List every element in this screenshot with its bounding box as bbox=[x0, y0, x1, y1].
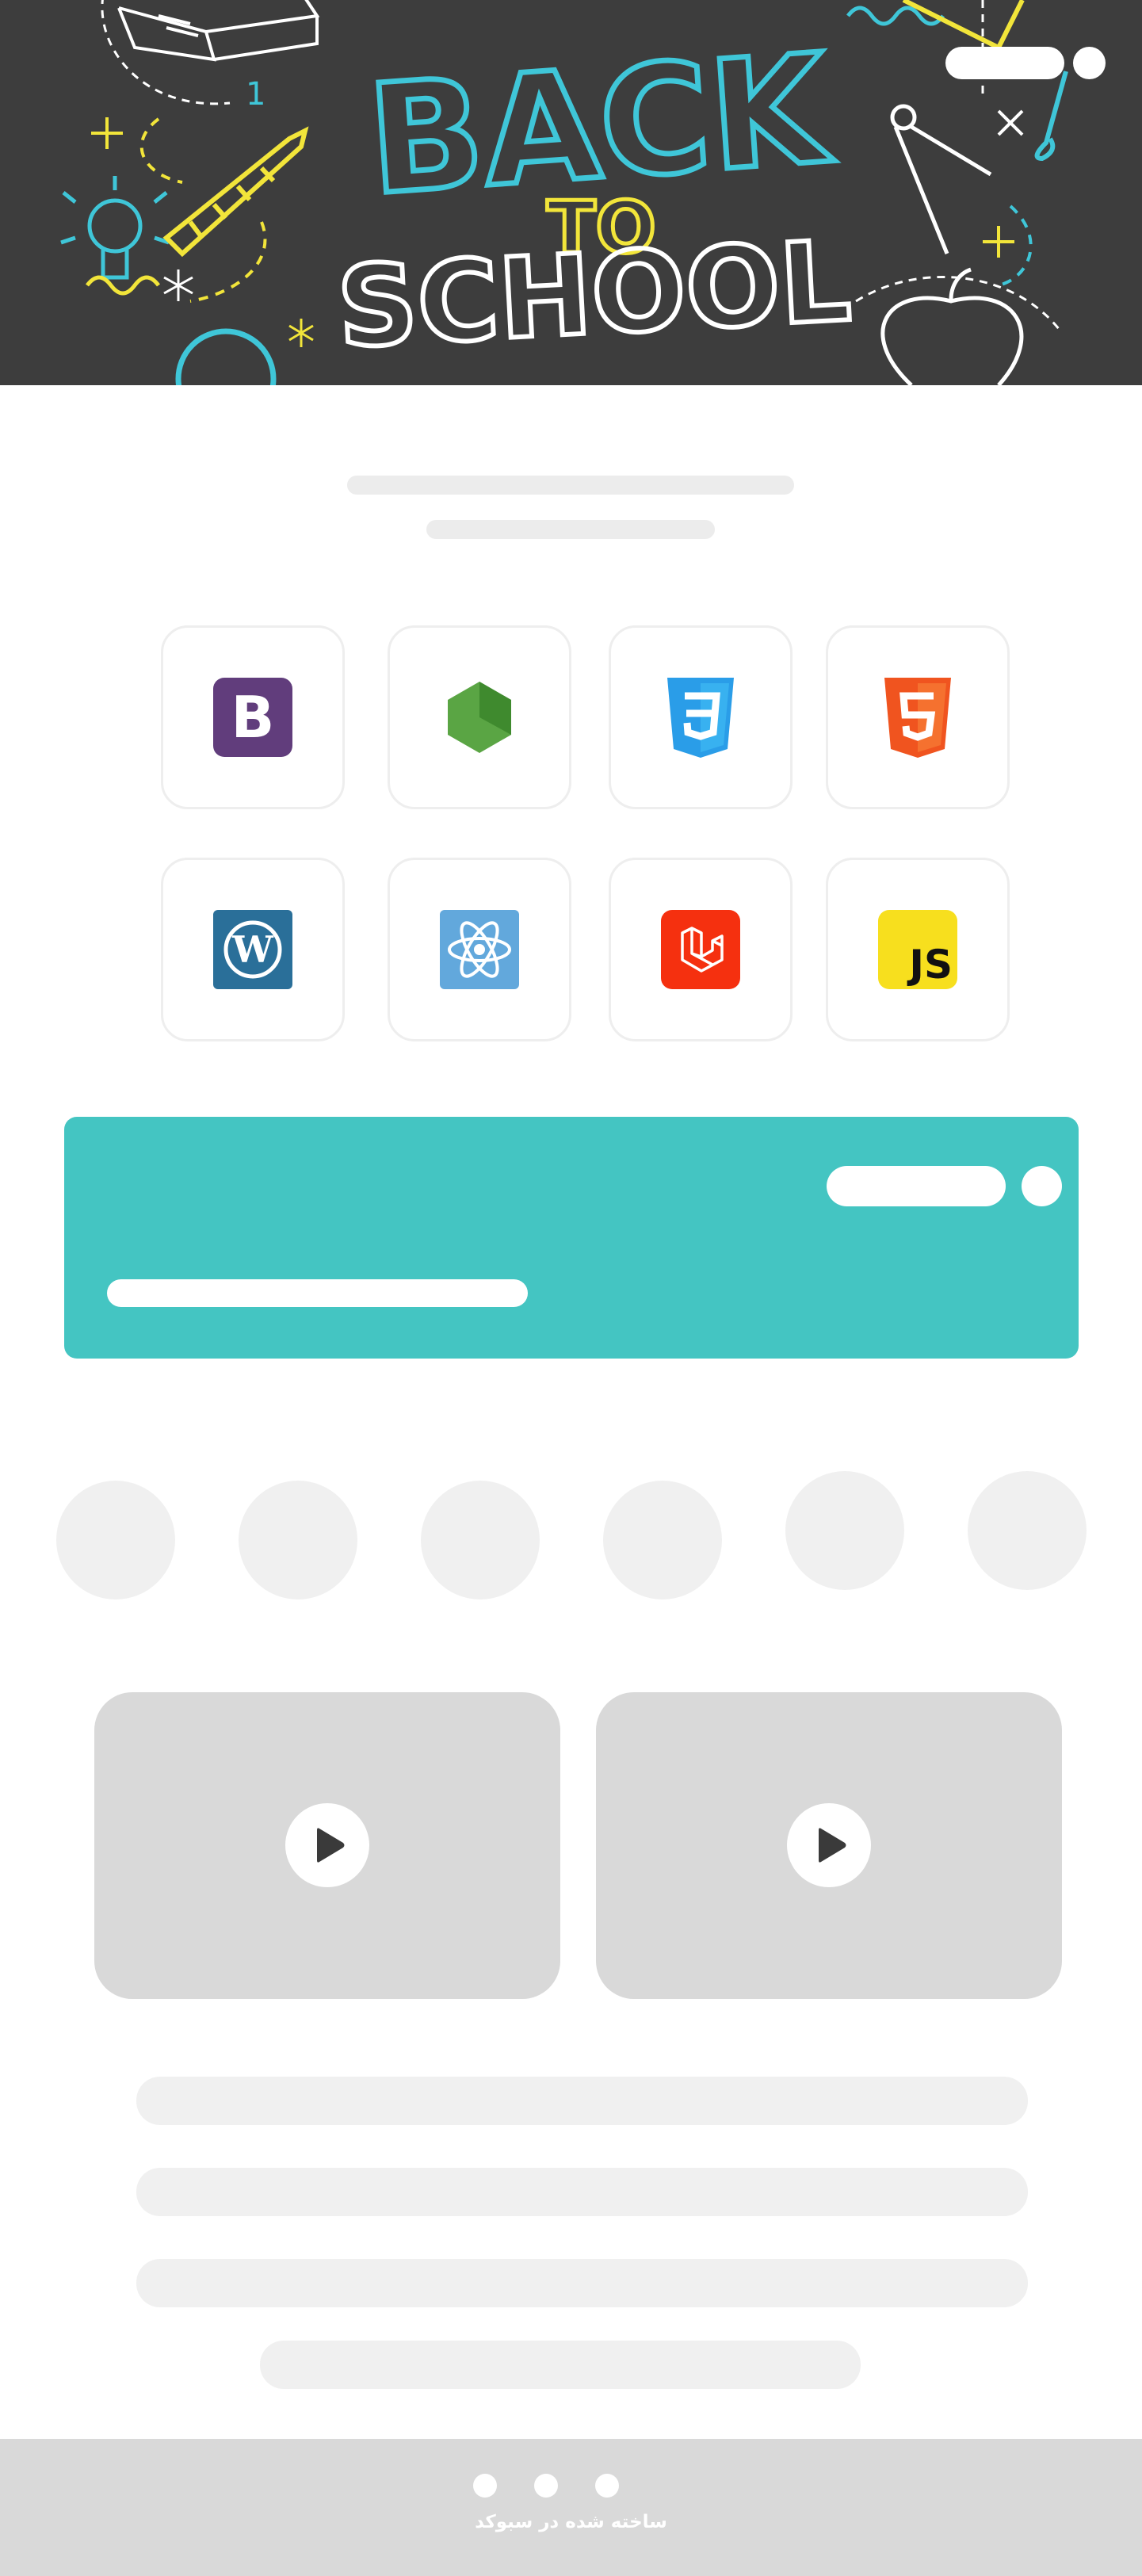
banner-text-placeholder bbox=[107, 1279, 528, 1307]
play-icon bbox=[317, 1828, 345, 1863]
footer: ساخته شده در سبوکد bbox=[0, 2439, 1142, 2576]
hero-banner: 1 BACK TO SCHOOL bbox=[0, 0, 1142, 385]
svg-text:W: W bbox=[231, 928, 274, 971]
hero-nav-dot[interactable] bbox=[1073, 47, 1106, 79]
doodle-number: 1 bbox=[246, 76, 265, 113]
tech-tile-bootstrap[interactable]: B bbox=[161, 625, 345, 809]
text-placeholder-line bbox=[136, 2259, 1028, 2307]
headline-school: SCHOOL bbox=[334, 217, 854, 373]
tech-tile-html5[interactable] bbox=[826, 625, 1010, 809]
hero-nav-pill[interactable] bbox=[945, 47, 1064, 79]
category-circle[interactable] bbox=[603, 1481, 722, 1599]
tech-tile-css3[interactable] bbox=[609, 625, 793, 809]
play-button[interactable] bbox=[285, 1803, 369, 1887]
text-placeholder-line bbox=[136, 2077, 1028, 2125]
tech-tile-wordpress[interactable]: W bbox=[161, 858, 345, 1041]
banner-dot bbox=[1022, 1166, 1062, 1206]
category-circle[interactable] bbox=[968, 1471, 1087, 1590]
text-placeholder-line bbox=[260, 2341, 861, 2389]
laravel-icon bbox=[661, 910, 740, 989]
react-icon bbox=[440, 910, 519, 989]
category-circle[interactable] bbox=[421, 1481, 540, 1599]
tech-tile-react[interactable] bbox=[388, 858, 571, 1041]
tech-tile-javascript[interactable]: JS bbox=[826, 858, 1010, 1041]
nodejs-icon bbox=[448, 682, 511, 753]
footer-dot[interactable] bbox=[534, 2474, 558, 2498]
text-placeholder-line bbox=[136, 2168, 1028, 2216]
banner-title-placeholder bbox=[827, 1166, 1006, 1206]
bootstrap-icon: B bbox=[213, 678, 292, 757]
category-circle[interactable] bbox=[239, 1481, 357, 1599]
category-circle[interactable] bbox=[56, 1481, 175, 1599]
javascript-icon: JS bbox=[878, 910, 957, 989]
title-placeholder bbox=[347, 476, 794, 495]
tech-tile-nodejs[interactable] bbox=[388, 625, 571, 809]
play-button[interactable] bbox=[787, 1803, 871, 1887]
subtitle-placeholder bbox=[426, 520, 715, 539]
promo-banner[interactable] bbox=[64, 1117, 1079, 1359]
video-card[interactable] bbox=[94, 1692, 560, 1999]
tech-tile-laravel[interactable] bbox=[609, 858, 793, 1041]
css3-icon bbox=[667, 678, 734, 758]
play-icon bbox=[819, 1828, 846, 1863]
html5-icon bbox=[884, 678, 951, 758]
category-circle[interactable] bbox=[785, 1471, 904, 1590]
footer-dot[interactable] bbox=[473, 2474, 497, 2498]
wordpress-icon: W bbox=[213, 910, 292, 989]
footer-credit[interactable]: ساخته شده در سبوکد bbox=[0, 2512, 1142, 2532]
video-card[interactable] bbox=[596, 1692, 1062, 1999]
footer-dot[interactable] bbox=[595, 2474, 619, 2498]
